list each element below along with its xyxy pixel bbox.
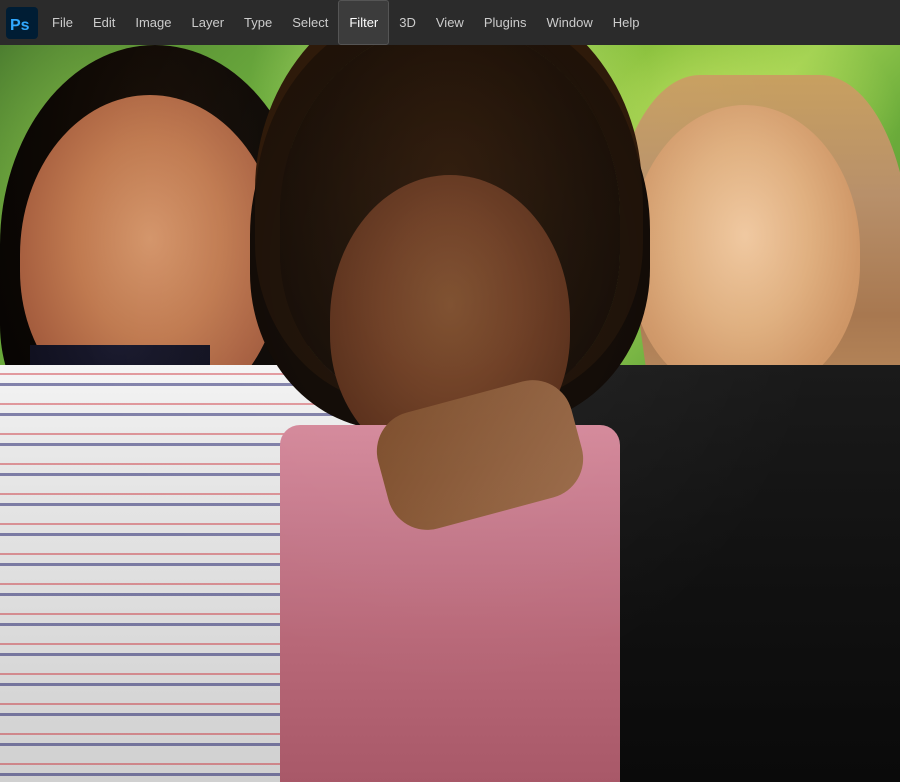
menu-select[interactable]: Select xyxy=(282,0,338,45)
menu-3d[interactable]: 3D xyxy=(389,0,426,45)
menu-image[interactable]: Image xyxy=(125,0,181,45)
canvas-area xyxy=(0,45,900,782)
menu-file[interactable]: File xyxy=(42,0,83,45)
svg-text:Ps: Ps xyxy=(10,17,30,34)
menu-help[interactable]: Help xyxy=(603,0,650,45)
photo-scene xyxy=(0,45,900,782)
menu-view[interactable]: View xyxy=(426,0,474,45)
menu-bar: Ps File Edit Image Layer Type Select Fil… xyxy=(0,0,900,45)
photoshop-logo: Ps xyxy=(6,7,38,39)
menu-filter[interactable]: Filter xyxy=(338,0,389,45)
menu-edit[interactable]: Edit xyxy=(83,0,125,45)
menu-layer[interactable]: Layer xyxy=(182,0,235,45)
menu-window[interactable]: Window xyxy=(536,0,602,45)
menu-type[interactable]: Type xyxy=(234,0,282,45)
menu-plugins[interactable]: Plugins xyxy=(474,0,537,45)
